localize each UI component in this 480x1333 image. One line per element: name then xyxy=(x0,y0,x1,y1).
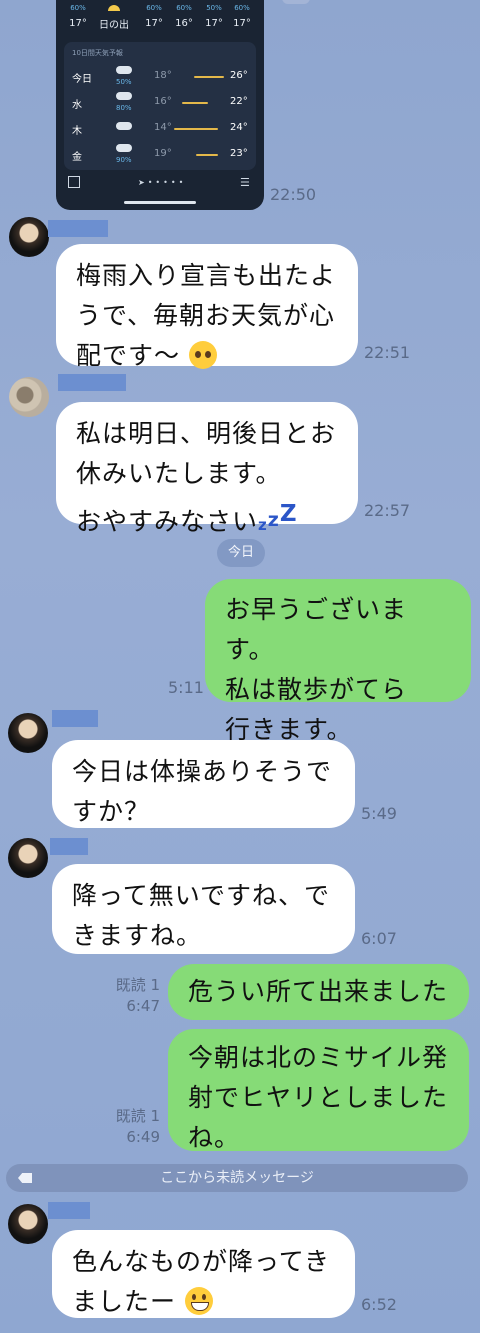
page-dots: ➤••••• xyxy=(138,178,187,187)
sender-name-redacted xyxy=(48,1202,90,1219)
forecast-row: 金 90% 19° 23° xyxy=(72,144,254,170)
pleading-face-emoji xyxy=(188,341,217,369)
message-bubble[interactable]: 梅雨入り宣言も出たよ うで、毎朝お天気が心 配です〜 xyxy=(56,244,358,370)
home-indicator xyxy=(124,201,196,204)
avatar[interactable] xyxy=(9,217,49,257)
message-time: 22:57 xyxy=(364,501,411,520)
weather-screenshot[interactable]: 60% 17° 日の出 60% 17° 60% 16° 50% 17° 60% … xyxy=(56,0,264,210)
hourly-item: 60% 17° xyxy=(233,4,251,29)
read-receipt: 既読 1 6:47 xyxy=(115,976,160,1015)
sender-name-redacted xyxy=(50,838,88,855)
unread-separator: ここから未読メッセージ xyxy=(6,1164,468,1192)
list-icon: ☰ xyxy=(240,176,250,189)
sender-name-redacted xyxy=(58,374,126,391)
rain-cloud-icon xyxy=(116,144,132,152)
hourly-item: 60% 17° xyxy=(69,4,87,29)
rain-cloud-icon xyxy=(116,66,132,74)
message-bubble[interactable]: 色んなものが降ってき ましたー xyxy=(52,1230,355,1318)
forecast-row: 木 14° 24° xyxy=(72,122,248,137)
rain-cloud-icon xyxy=(116,92,132,100)
sunrise-icon xyxy=(108,5,120,11)
avatar[interactable] xyxy=(8,838,48,878)
message-time: 5:11 xyxy=(168,678,204,697)
avatar[interactable] xyxy=(8,1204,48,1244)
message-time: 22:51 xyxy=(364,343,411,362)
message-time: 5:49 xyxy=(361,804,397,823)
map-icon xyxy=(68,176,80,188)
hourly-item: 60% 17° xyxy=(145,4,163,29)
tag-icon xyxy=(18,1173,32,1183)
cloud-icon xyxy=(116,122,132,130)
message-time: 6:07 xyxy=(361,929,397,948)
sender-name-redacted xyxy=(52,710,98,727)
sender-name-redacted xyxy=(48,220,108,237)
scroll-remnant xyxy=(282,0,310,4)
grinning-face-emoji xyxy=(184,1287,213,1315)
avatar[interactable] xyxy=(8,713,48,753)
avatar[interactable] xyxy=(9,377,49,417)
message-time: 6:52 xyxy=(361,1295,397,1314)
message-time: 22:50 xyxy=(270,185,317,204)
date-separator: 今日 xyxy=(217,539,265,567)
hourly-item: 60% 16° xyxy=(175,4,193,29)
message-bubble[interactable]: 危うい所て出来ました xyxy=(168,964,469,1020)
message-bubble[interactable]: 今日は体操ありそうで すか？ xyxy=(52,740,355,828)
message-bubble[interactable]: 今朝は北のミサイル発 射でヒヤリとしました ね。 xyxy=(168,1029,469,1152)
forecast-row: 水 80% 16° 22° xyxy=(72,92,254,118)
message-bubble[interactable]: 私は明日、明後日とお 休みいたします。 おやすみなさいzzZ xyxy=(56,402,358,536)
message-bubble[interactable]: 降って無いですね、で きますね。 xyxy=(52,864,355,954)
forecast-title: 10日間天気予報 xyxy=(72,49,123,57)
hourly-item: 50% 17° xyxy=(205,4,223,29)
message-bubble[interactable]: お早うございます。 私は散歩がてら 行きます。 xyxy=(205,579,471,744)
hourly-item: 日の出 xyxy=(94,4,134,31)
zzz-emoji: zzZ xyxy=(258,501,298,534)
read-receipt: 既読 1 6:49 xyxy=(115,1107,160,1146)
forecast-row: 今日 50% 18° 26° xyxy=(72,66,254,92)
